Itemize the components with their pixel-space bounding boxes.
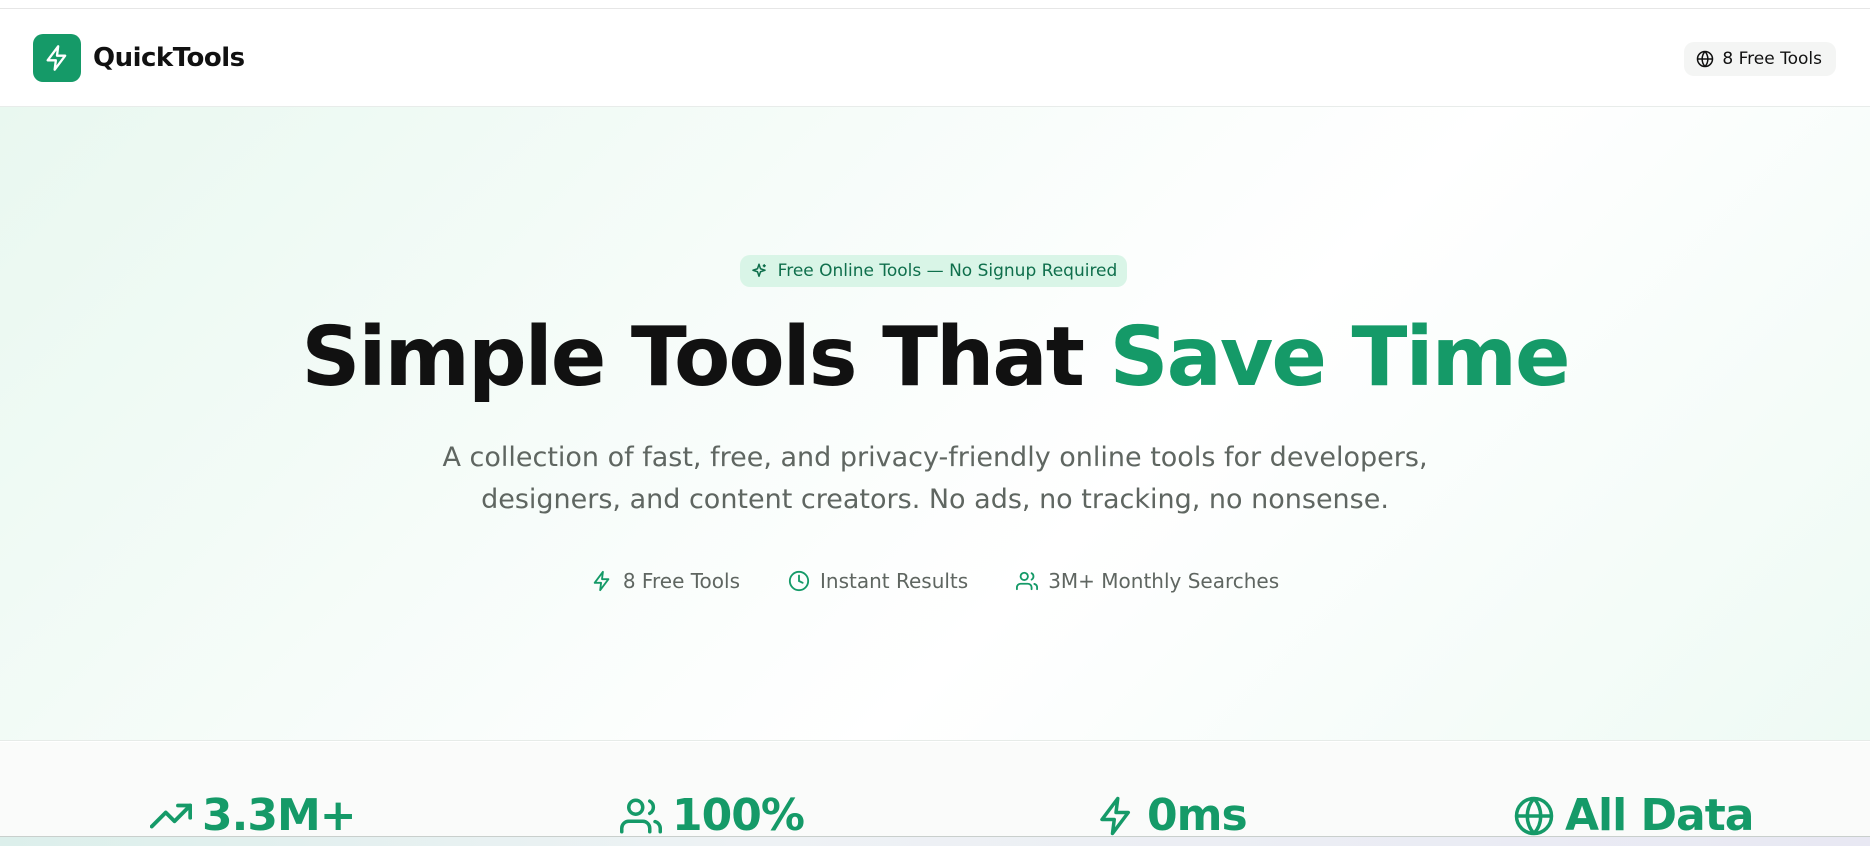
hero-badge: Free Online Tools — No Signup Required [740,255,1127,287]
tools-pill-label: 8 Free Tools [1722,49,1822,69]
users-icon [1016,570,1039,592]
hero-headline: Simple Tools That Save Time [0,303,1870,413]
zap-icon [591,570,613,592]
stat-value: 0ms [1147,790,1248,841]
headline-accent: Save Time [1109,310,1571,405]
trending-up-icon [150,795,192,837]
users-icon [620,795,662,837]
zap-icon [1095,795,1137,837]
logo[interactable] [33,34,81,82]
stat-free: 100% [620,790,805,841]
hero-badge-label: Free Online Tools — No Signup Required [777,261,1118,281]
feature-free-tools: 8 Free Tools [591,569,740,593]
subtitle-line-1: A collection of fast, free, and privacy-… [442,442,1428,473]
subtitle-line-2: designers, and content creators. No ads,… [481,484,1389,515]
feature-instant-results: Instant Results [788,569,968,593]
tools-count-pill[interactable]: 8 Free Tools [1684,42,1836,76]
sparkles-icon [750,262,768,280]
stat-value: All Data [1565,790,1754,841]
globe-icon [1513,795,1555,837]
hero-features: 8 Free Tools Instant Results 3M+ Monthly… [0,569,1870,593]
clock-icon [788,570,810,592]
feature-label: 8 Free Tools [622,569,740,593]
browser-top-strip [0,0,1870,9]
taskbar-strip [0,836,1870,846]
site-header: QuickTools 8 Free Tools [0,9,1870,107]
feature-label: Instant Results [820,569,969,593]
headline-main: Simple Tools That [301,310,1085,405]
hero-section: Free Online Tools — No Signup Required S… [0,107,1870,741]
stat-value: 100% [672,790,805,841]
stat-searches: 3.3M+ [150,790,357,841]
hero-subtitle: A collection of fast, free, and privacy-… [435,437,1435,521]
brand-name[interactable]: QuickTools [93,43,245,73]
zap-icon [43,44,71,72]
stat-latency: 0ms [1095,790,1248,841]
feature-monthly-searches: 3M+ Monthly Searches [1016,569,1279,593]
globe-icon [1696,50,1714,68]
stat-data: All Data [1513,790,1754,841]
stat-value: 3.3M+ [202,790,357,841]
feature-label: 3M+ Monthly Searches [1048,569,1280,593]
stats-section: 3.3M+ 100% 0ms All Data [0,742,1870,846]
